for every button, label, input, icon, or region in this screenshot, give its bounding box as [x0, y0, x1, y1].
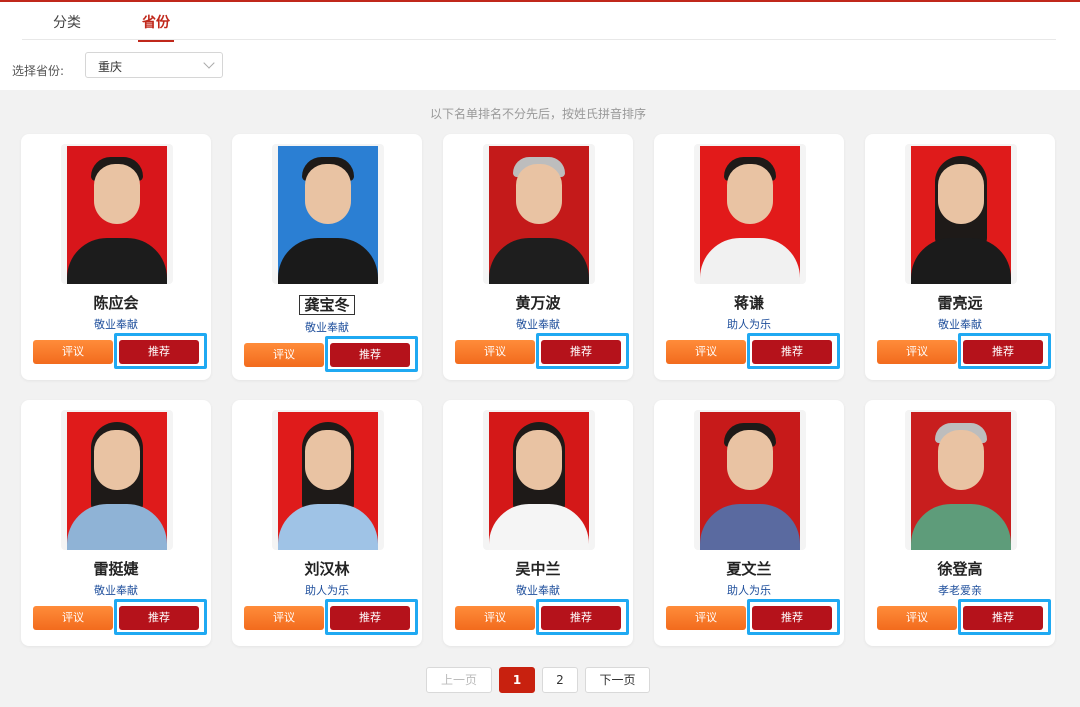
candidate-card: 陈应会 敬业奉献 评议 推荐 [21, 134, 211, 380]
candidate-motto: 敬业奉献 [305, 321, 349, 334]
candidate-motto: 敬业奉献 [938, 318, 982, 331]
page-2-button[interactable]: 2 [542, 667, 578, 693]
candidate-motto: 敬业奉献 [516, 584, 560, 597]
page-1-button[interactable]: 1 [499, 667, 535, 693]
candidate-name: 雷亮远 [937, 294, 983, 312]
candidate-photo [694, 144, 806, 284]
candidate-name: 吴中兰 [515, 560, 561, 578]
candidate-name: 陈应会 [93, 294, 139, 312]
recommend-highlight [958, 333, 1051, 369]
candidate-card: 徐登高 孝老爱亲 评议 推荐 [865, 400, 1055, 646]
recommend-highlight [536, 599, 629, 635]
candidate-card: 吴中兰 敬业奉献 评议 推荐 [443, 400, 633, 646]
candidate-motto: 助人为乐 [727, 318, 771, 331]
recommend-highlight [114, 599, 207, 635]
recommend-highlight [114, 333, 207, 369]
comment-button[interactable]: 评议 [33, 340, 113, 364]
candidate-photo [272, 410, 384, 550]
candidate-photo [905, 144, 1017, 284]
candidate-card: 夏文兰 助人为乐 评议 推荐 [654, 400, 844, 646]
candidate-card: 刘汉林 助人为乐 评议 推荐 [232, 400, 422, 646]
province-select-value: 重庆 [98, 60, 123, 74]
candidate-motto: 敬业奉献 [94, 318, 138, 331]
comment-button[interactable]: 评议 [877, 340, 957, 364]
candidate-card: 龚宝冬 敬业奉献 评议 推荐 [232, 134, 422, 380]
candidate-photo [905, 410, 1017, 550]
chevron-down-icon [203, 57, 215, 69]
candidate-name: 龚宝冬 [232, 294, 422, 315]
recommend-highlight [536, 333, 629, 369]
recommend-highlight [958, 599, 1051, 635]
comment-button[interactable]: 评议 [666, 340, 746, 364]
prev-page-button[interactable]: 上一页 [426, 667, 492, 693]
candidate-photo [483, 144, 595, 284]
candidate-photo [61, 410, 173, 550]
candidate-card: 雷亮远 敬业奉献 评议 推荐 [865, 134, 1055, 380]
comment-button[interactable]: 评议 [877, 606, 957, 630]
candidate-photo [272, 144, 384, 284]
comment-button[interactable]: 评议 [33, 606, 113, 630]
candidate-photo [483, 410, 595, 550]
province-select[interactable]: 重庆 [85, 52, 223, 78]
comment-button[interactable]: 评议 [455, 340, 535, 364]
candidate-photo [694, 410, 806, 550]
tab-bar: 分类 省份 [22, 4, 1056, 42]
comment-button[interactable]: 评议 [244, 343, 324, 367]
candidate-card: 雷挺婕 敬业奉献 评议 推荐 [21, 400, 211, 646]
recommend-highlight [325, 336, 418, 372]
comment-button[interactable]: 评议 [455, 606, 535, 630]
candidate-name: 刘汉林 [304, 560, 350, 578]
candidate-motto: 敬业奉献 [516, 318, 560, 331]
tab-province[interactable]: 省份 [138, 12, 174, 42]
tab-category[interactable]: 分类 [53, 12, 81, 32]
top-bar: 分类 省份 选择省份: 重庆 [0, 0, 1080, 90]
recommend-highlight [325, 599, 418, 635]
candidate-name: 夏文兰 [726, 560, 772, 578]
province-filter-label: 选择省份: [12, 64, 65, 78]
next-page-button[interactable]: 下一页 [585, 667, 650, 693]
candidate-motto: 助人为乐 [727, 584, 771, 597]
recommend-highlight [747, 599, 840, 635]
candidate-name: 雷挺婕 [93, 560, 139, 578]
candidate-photo [61, 144, 173, 284]
recommend-highlight [747, 333, 840, 369]
candidate-card: 黄万波 敬业奉献 评议 推荐 [443, 134, 633, 380]
candidate-name: 徐登高 [937, 560, 983, 578]
candidate-motto: 助人为乐 [305, 584, 349, 597]
candidate-motto: 孝老爱亲 [938, 584, 982, 597]
comment-button[interactable]: 评议 [244, 606, 324, 630]
candidate-name: 黄万波 [515, 294, 561, 312]
ranking-notice: 以下名单排名不分先后，按姓氏拼音排序 [429, 107, 646, 121]
candidate-motto: 敬业奉献 [94, 584, 138, 597]
candidate-name: 蒋谦 [733, 294, 764, 312]
comment-button[interactable]: 评议 [666, 606, 746, 630]
candidate-card: 蒋谦 助人为乐 评议 推荐 [654, 134, 844, 380]
